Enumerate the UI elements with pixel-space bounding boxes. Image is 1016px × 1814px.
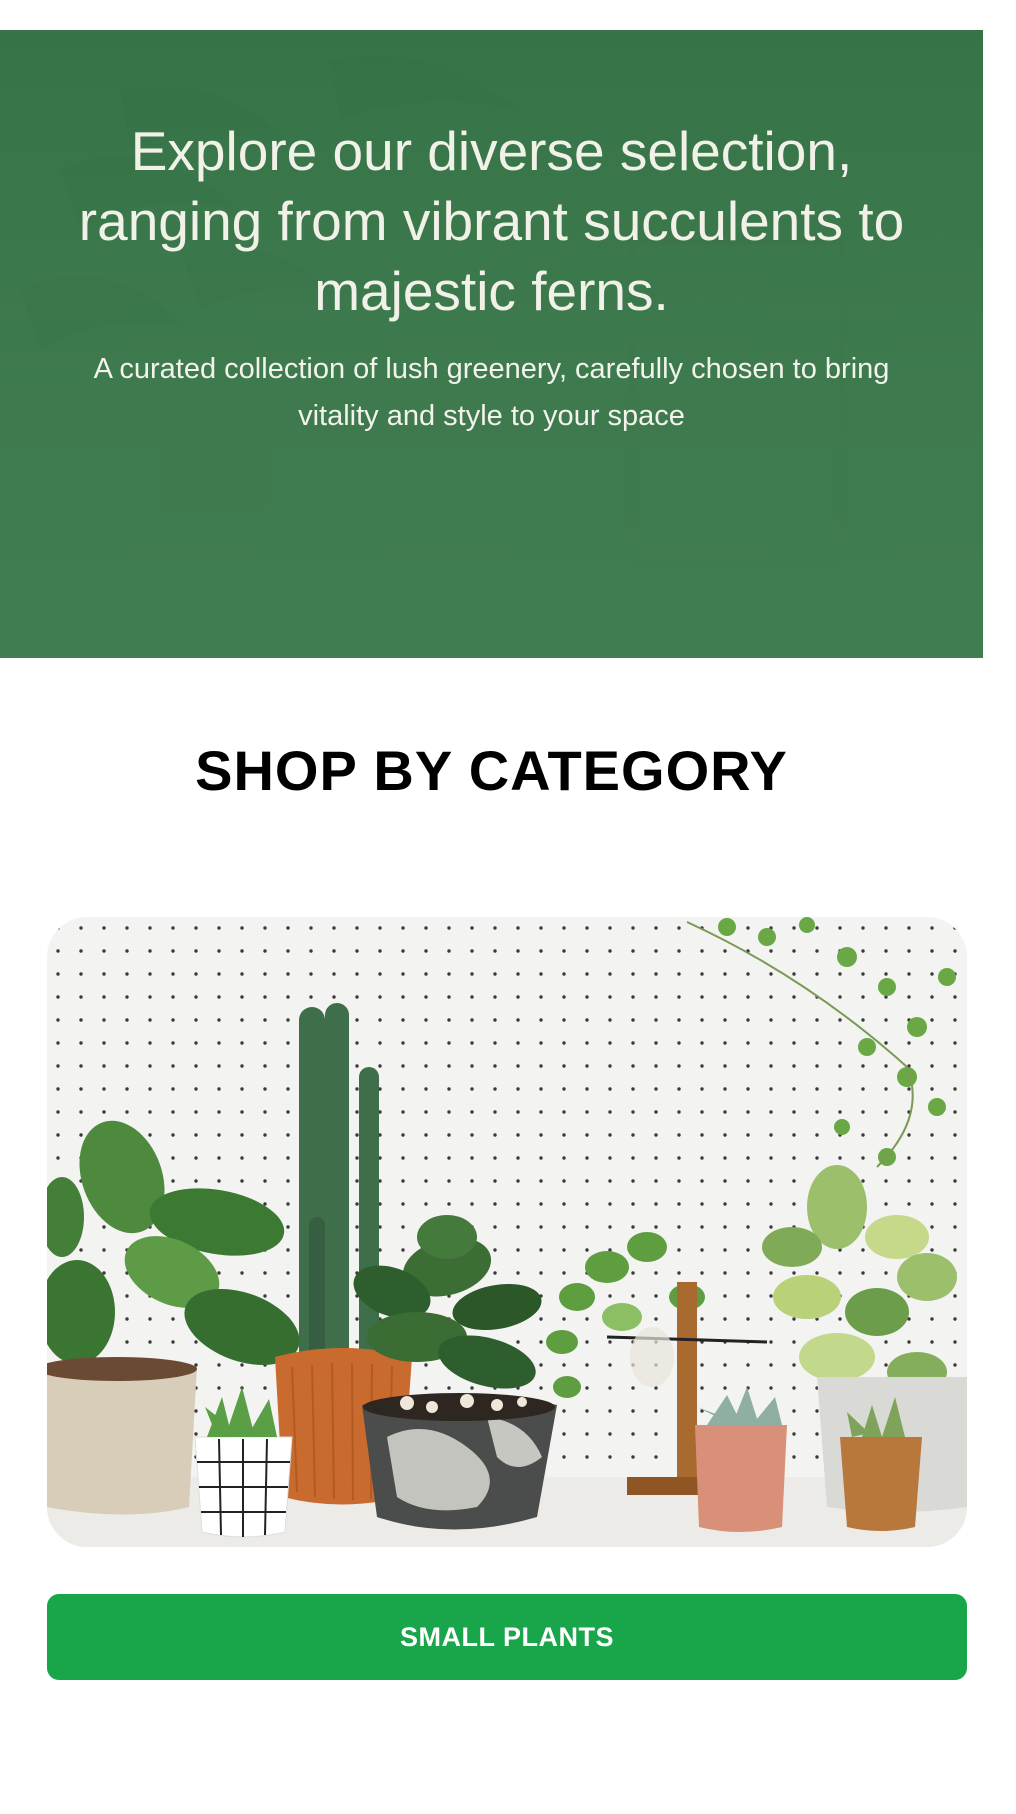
page: Explore our diverse selection, ranging f… [0, 0, 1016, 1814]
potted-plants-image [47, 917, 967, 1547]
small-plants-button[interactable]: SMALL PLANTS [47, 1594, 967, 1680]
hero-subtitle: A curated collection of lush greenery, c… [93, 353, 890, 432]
hero-content: Explore our diverse selection, ranging f… [0, 30, 983, 440]
hero-title: Explore our diverse selection, ranging f… [78, 120, 905, 322]
section-title: SHOP BY CATEGORY [195, 739, 788, 802]
hero-banner: Explore our diverse selection, ranging f… [0, 30, 983, 658]
category-image-small-plants[interactable] [47, 917, 967, 1547]
